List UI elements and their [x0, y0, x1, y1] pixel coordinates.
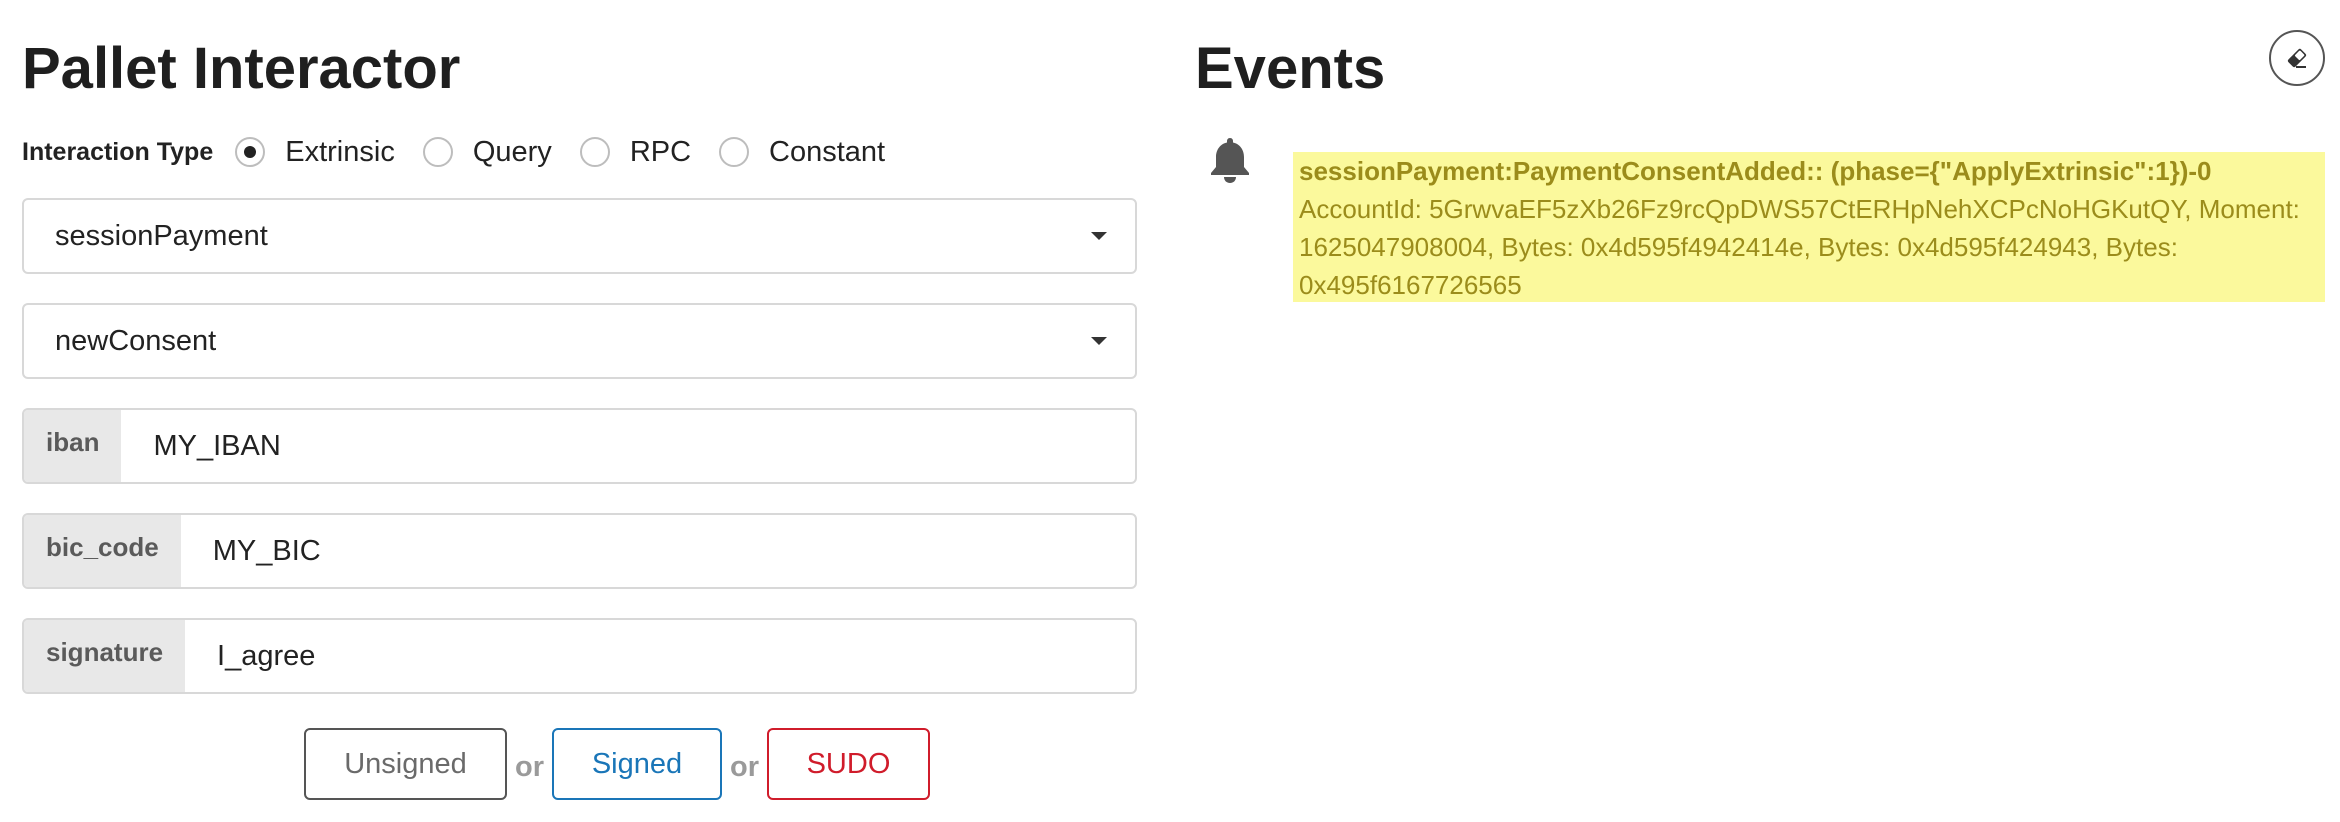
event-item: sessionPayment:PaymentConsentAdded:: (ph…: [1293, 152, 2325, 302]
radio-button-checked[interactable]: [235, 137, 266, 167]
radio-button[interactable]: [719, 137, 750, 167]
callable-select-value: newConsent: [55, 325, 217, 357]
or-separator: or: [730, 750, 759, 783]
unsigned-button[interactable]: Unsigned: [304, 728, 507, 800]
callable-select[interactable]: newConsent: [22, 303, 1137, 379]
pallet-select[interactable]: sessionPayment: [22, 198, 1137, 274]
chevron-down-icon: [1091, 232, 1107, 240]
interaction-type-row: Interaction Type Extrinsic Query RPC Con…: [22, 132, 913, 172]
radio-label: RPC: [629, 135, 692, 168]
clear-events-button[interactable]: [2269, 30, 2325, 86]
pallet-interactor-title: Pallet Interactor: [22, 36, 461, 101]
radio-label: Constant: [769, 135, 886, 168]
bic-code-input[interactable]: [180, 515, 1135, 587]
events-title: Events: [1195, 36, 1386, 101]
radio-button[interactable]: [579, 137, 610, 167]
signature-input[interactable]: [185, 620, 1135, 692]
eraser-icon: [2287, 48, 2307, 68]
param-signature: signature: [22, 618, 1137, 694]
chevron-down-icon: [1091, 337, 1107, 345]
event-title: sessionPayment:PaymentConsentAdded:: (ph…: [1299, 156, 2212, 186]
radio-rpc[interactable]: RPC: [579, 135, 692, 169]
radio-label: Query: [472, 135, 552, 168]
param-label-bic-code: bic_code: [24, 515, 181, 587]
radio-label: Extrinsic: [285, 135, 395, 168]
pallet-select-value: sessionPayment: [55, 220, 268, 252]
iban-input[interactable]: [121, 410, 1135, 482]
param-label-iban: iban: [24, 410, 122, 482]
param-bic-code: bic_code: [22, 513, 1137, 589]
param-label-signature: signature: [24, 620, 186, 692]
sudo-button[interactable]: SUDO: [767, 728, 930, 800]
radio-extrinsic[interactable]: Extrinsic: [235, 136, 395, 169]
param-iban: iban: [22, 408, 1137, 484]
radio-query[interactable]: Query: [422, 135, 552, 169]
event-description: AccountId: 5GrwvaEF5zXb26Fz9rcQpDWS57CtE…: [1299, 194, 2300, 300]
or-separator: or: [515, 750, 544, 783]
radio-constant[interactable]: Constant: [719, 136, 885, 169]
bell-icon: [1211, 138, 1249, 183]
events-panel: Events sessionPayment:PaymentConsentAdde…: [1195, 0, 2325, 822]
interaction-type-label: Interaction Type: [22, 137, 214, 166]
submit-button-group: Unsigned or Signed or SUDO: [304, 728, 930, 800]
radio-button[interactable]: [422, 137, 453, 167]
signed-button[interactable]: Signed: [552, 728, 722, 800]
